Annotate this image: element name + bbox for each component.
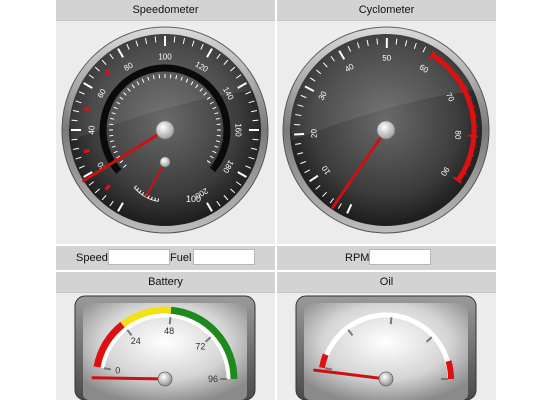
oil-red-zone-low [319, 353, 329, 369]
oil-hub [378, 371, 394, 387]
battery-gauge: 0 24 48 72 96 [74, 295, 256, 400]
oil-panel: Oil [277, 272, 496, 400]
speedometer-minor-tick [71, 119, 78, 122]
cyclometer-scale-label: 50 [382, 53, 392, 62]
speedometer-sub-tick [157, 198, 160, 202]
speedometer-scale-label: 40 [88, 125, 97, 134]
cyclometer-scale-label: 80 [453, 130, 463, 140]
rpm-label: RPM [345, 252, 370, 264]
speedometer-minor-tick [173, 36, 176, 43]
speedometer-gauge: 20406080100120140160180200 100 [61, 20, 269, 234]
cyclometer-major-tick [467, 134, 478, 138]
cyclometer-title: Cyclometer [277, 0, 496, 21]
battery-tick [168, 317, 172, 325]
rpm-controls: RPM [277, 246, 496, 270]
speedometer-minor-tick [252, 119, 259, 122]
battery-hub [157, 371, 173, 387]
speedometer-sub-hub [159, 156, 171, 168]
speedometer-hub [155, 120, 175, 140]
oil-title: Oil [277, 272, 496, 293]
fuel-input[interactable] [193, 249, 255, 265]
speedometer-title: Speedometer [56, 0, 275, 21]
battery-scale-label: 96 [208, 374, 218, 384]
battery-title: Battery [56, 272, 275, 293]
speedometer-sub-label: 100 [186, 194, 201, 204]
speed-input[interactable] [108, 249, 170, 265]
speed-fuel-controls: Speed Fuel [56, 246, 275, 270]
battery-scale-label: 48 [164, 326, 174, 336]
speedometer-red-marker [83, 148, 91, 154]
speedometer-red-marker [83, 106, 91, 112]
oil-gauge [295, 295, 477, 400]
battery-panel: Battery 0 24 48 72 96 [56, 272, 275, 400]
oil-tick [324, 367, 333, 371]
battery-needle [91, 376, 170, 381]
oil-red-zone-high [445, 360, 454, 380]
cyclometer-scale-label: 20 [309, 128, 318, 138]
battery-scale-label: 72 [195, 342, 205, 352]
cyclometer-hub [376, 120, 396, 140]
fuel-label: Fuel [170, 252, 192, 264]
battery-scale-label: 24 [131, 336, 141, 346]
oil-tick [389, 317, 393, 325]
battery-tick [103, 367, 112, 371]
speedometer-scale-label: 160 [234, 123, 243, 137]
cyclometer-minor-tick [376, 38, 379, 45]
cyclometer-gauge: 102030405060708090 [282, 20, 490, 234]
speedometer-scale-label: 100 [158, 53, 172, 62]
cyclometer-panel: Cyclometer 10 20 30 40 50 60 70 80 90 [277, 0, 496, 244]
battery-scale-label: 0 [115, 366, 120, 376]
rpm-input[interactable] [369, 249, 431, 265]
speedometer-panel: Speedometer 20 40 60 80 100 120 140 160 180 200 [56, 0, 275, 244]
speed-label: Speed [76, 252, 108, 264]
cyclometer-minor-tick [395, 38, 398, 45]
speedometer-minor-tick [252, 138, 259, 141]
speedometer-minor-tick [71, 138, 78, 141]
speedometer-minor-tick [154, 36, 157, 43]
